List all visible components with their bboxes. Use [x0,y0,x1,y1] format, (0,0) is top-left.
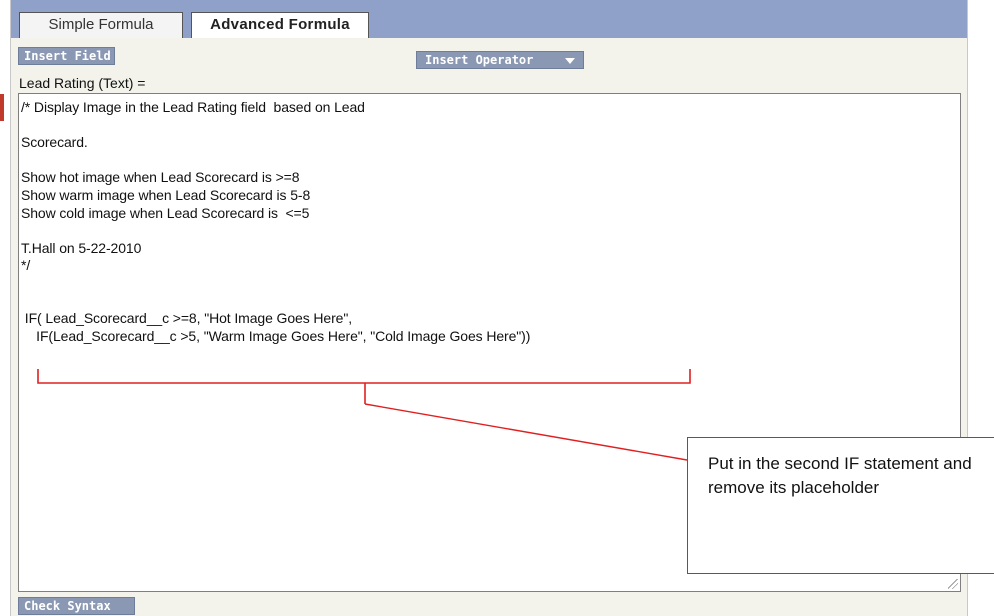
check-syntax-button[interactable]: Check Syntax [18,597,135,615]
formula-code[interactable]: /* Display Image in the Lead Rating fiel… [21,99,530,345]
required-field-marker [0,94,4,121]
tab-advanced-formula[interactable]: Advanced Formula [191,12,369,38]
annotation-callout-text: Put in the second IF statement and remov… [708,454,972,497]
annotation-callout: Put in the second IF statement and remov… [687,437,994,574]
chevron-down-icon [565,58,575,64]
formula-tab-bar: Simple Formula Advanced Formula [11,0,967,38]
resize-grip-icon[interactable] [948,579,958,589]
tab-simple-formula[interactable]: Simple Formula [19,12,183,38]
insert-operator-label: Insert Operator [425,53,534,67]
insert-operator-dropdown[interactable]: Insert Operator [416,51,584,69]
insert-field-button[interactable]: Insert Field [18,47,115,65]
formula-field-label: Lead Rating (Text) = [19,75,146,91]
